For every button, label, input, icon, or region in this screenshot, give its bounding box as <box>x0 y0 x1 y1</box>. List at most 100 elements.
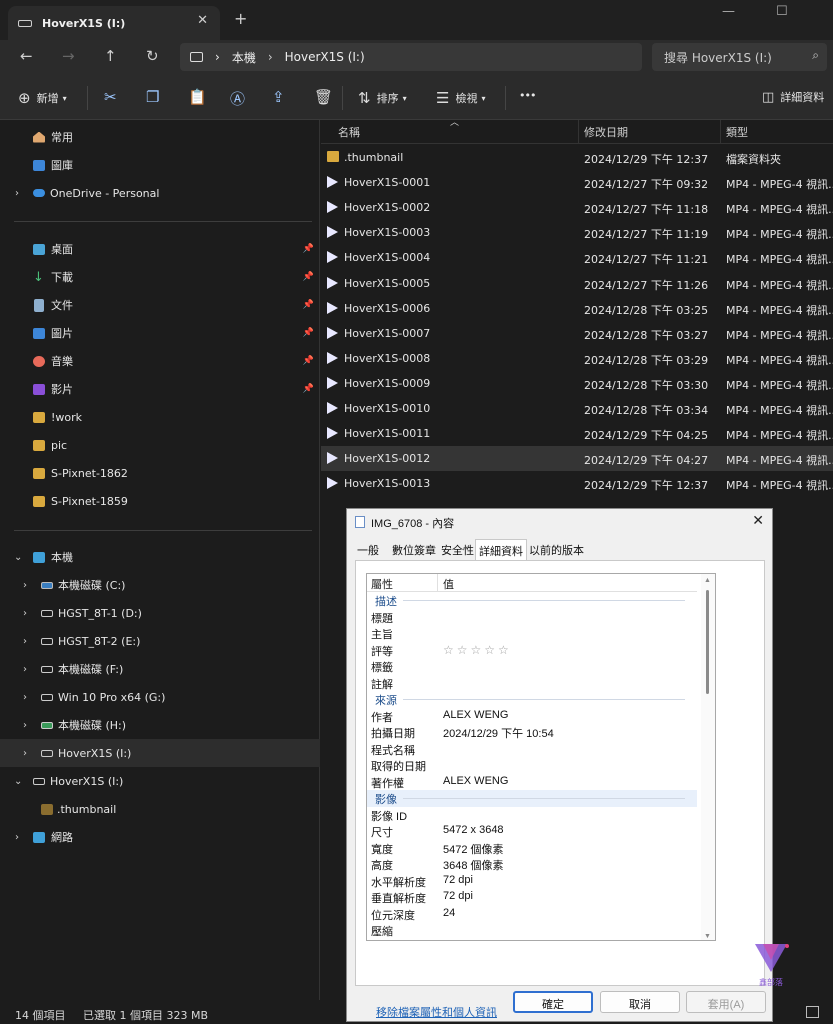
pin-icon[interactable]: 📌 <box>303 300 314 310</box>
sidebar-item-hoverx1s-root[interactable]: ⌄ HoverX1S (I:) <box>0 767 320 795</box>
property-row[interactable]: 程式名稱 <box>367 741 697 758</box>
file-row[interactable]: .thumbnail 2024/12/29 下午 12:37 檔案資料夾 <box>321 145 833 170</box>
property-group[interactable]: 影像 <box>367 790 697 807</box>
header-value[interactable]: 值 <box>443 576 454 592</box>
sidebar-item-thumbnail[interactable]: .thumbnail <box>0 795 320 823</box>
property-row[interactable]: 取得的日期 <box>367 757 697 774</box>
property-row[interactable]: 水平解析度 72 dpi <box>367 873 697 890</box>
property-row[interactable]: 標題 <box>367 609 697 626</box>
property-row[interactable]: 壓縮 <box>367 922 697 939</box>
sidebar-item-pictures[interactable]: 圖片 📌 <box>0 319 320 347</box>
chevron-down-icon[interactable]: ⌄ <box>14 776 22 787</box>
tab-security[interactable]: 安全性 <box>441 542 474 558</box>
file-row[interactable]: HoverX1S-0007 2024/12/28 下午 03:27 MP4 - MP… <box>321 321 833 346</box>
pin-icon[interactable]: 📌 <box>303 244 314 254</box>
tab-previous-versions[interactable]: 以前的版本 <box>529 542 584 558</box>
column-divider[interactable] <box>578 120 579 144</box>
sidebar-item-drive-f[interactable]: › 本機磁碟 (F:) <box>0 655 320 683</box>
more-button[interactable]: ••• <box>519 89 536 102</box>
property-list[interactable]: 屬性 值 描述 標題 主旨 評等 ☆☆☆☆☆ 標籤 註解 來源 作者 ALEX WENG 拍攝日期 2… <box>366 573 716 941</box>
scroll-up-icon[interactable]: ▲ <box>704 577 711 584</box>
file-row[interactable]: HoverX1S-0012 2024/12/29 下午 04:27 MP4 - MP… <box>321 446 833 472</box>
chevron-right-icon[interactable]: › <box>23 692 27 703</box>
rating-stars[interactable]: ☆☆☆☆☆ <box>443 643 512 657</box>
file-row[interactable]: HoverX1S-0009 2024/12/28 下午 03:30 MP4 - MP… <box>321 371 833 396</box>
file-row[interactable]: HoverX1S-0004 2024/12/27 下午 11:21 MP4 - MP… <box>321 245 833 270</box>
details-view-icon[interactable] <box>806 1006 819 1018</box>
tab-general[interactable]: 一般 <box>357 542 379 558</box>
property-row[interactable]: 註解 <box>367 675 697 692</box>
property-row[interactable]: 評等 ☆☆☆☆☆ <box>367 642 697 659</box>
pin-icon[interactable]: 📌 <box>303 328 314 338</box>
file-row[interactable]: HoverX1S-0011 2024/12/29 下午 04:25 MP4 - MP… <box>321 421 833 446</box>
view-button[interactable]: ☰ 檢視 ▾ <box>436 89 485 107</box>
details-pane-button[interactable]: ◫ 詳細資料 <box>762 89 824 105</box>
file-row[interactable]: HoverX1S-0008 2024/12/28 下午 03:29 MP4 - MP… <box>321 346 833 371</box>
remove-properties-link[interactable]: 移除檔案屬性和個人資訊 <box>376 1004 497 1020</box>
column-type[interactable]: 類型 <box>726 124 748 140</box>
close-icon[interactable]: ✕ <box>752 512 764 529</box>
file-row[interactable]: HoverX1S-0006 2024/12/28 下午 03:25 MP4 - MP… <box>321 296 833 321</box>
tab-details[interactable]: 詳細資料 <box>475 539 527 561</box>
delete-icon[interactable]: 🗑 <box>314 88 333 106</box>
sidebar-item-videos[interactable]: 影片 📌 <box>0 375 320 403</box>
chevron-down-icon[interactable]: ⌄ <box>14 552 22 563</box>
sidebar-item-onedrive[interactable]: › OneDrive - Personal <box>0 179 320 207</box>
forward-icon[interactable]: → <box>62 47 75 65</box>
property-row[interactable]: 著作權 ALEX WENG <box>367 774 697 791</box>
search-input[interactable]: 搜尋 HoverX1S (I:) ⌕ <box>652 43 827 71</box>
breadcrumb-drive[interactable]: HoverX1S (I:) <box>285 50 365 64</box>
sidebar-item-drive-d[interactable]: › HGST_8T-1 (D:) <box>0 599 320 627</box>
sidebar-item-pixnet-1859[interactable]: S-Pixnet-1859 <box>0 487 320 515</box>
rename-icon[interactable]: Ⓐ <box>230 88 245 109</box>
file-row[interactable]: HoverX1S-0010 2024/12/28 下午 03:34 MP4 - MP… <box>321 396 833 421</box>
sidebar-item-home[interactable]: 常用 <box>0 123 320 151</box>
sort-button[interactable]: ⇅ 排序 ▾ <box>358 89 407 107</box>
paste-icon[interactable]: 📋 <box>188 88 207 106</box>
scroll-thumb[interactable] <box>706 590 709 694</box>
pin-icon[interactable]: 📌 <box>303 384 314 394</box>
copy-icon[interactable]: ❐ <box>146 88 159 106</box>
maximize-icon[interactable]: ☐ <box>776 4 788 19</box>
chevron-right-icon[interactable]: › <box>15 188 19 199</box>
chevron-right-icon[interactable]: › <box>23 580 27 591</box>
chevron-right-icon[interactable]: › <box>23 608 27 619</box>
property-row[interactable]: 垂直解析度 72 dpi <box>367 889 697 906</box>
property-row[interactable]: 拍攝日期 2024/12/29 下午 10:54 <box>367 724 697 741</box>
property-row[interactable]: 作者 ALEX WENG <box>367 708 697 725</box>
sidebar-item-gallery[interactable]: 圖庫 <box>0 151 320 179</box>
sidebar-item-desktop[interactable]: 桌面 📌 <box>0 235 320 263</box>
property-scrollbar[interactable]: ▲ ▼ <box>701 574 715 940</box>
column-name[interactable]: 名稱 <box>338 124 360 140</box>
chevron-right-icon[interactable]: › <box>23 636 27 647</box>
tab-close-icon[interactable]: ✕ <box>197 13 208 28</box>
sidebar-item-drive-e[interactable]: › HGST_8T-2 (E:) <box>0 627 320 655</box>
new-tab-icon[interactable]: + <box>234 9 247 28</box>
property-row[interactable]: 主旨 <box>367 625 697 642</box>
property-row[interactable]: 標籤 <box>367 658 697 675</box>
back-icon[interactable]: ← <box>20 47 33 65</box>
sidebar-item-network[interactable]: › 網路 <box>0 823 320 851</box>
minimize-icon[interactable]: — <box>722 4 735 19</box>
file-row[interactable]: HoverX1S-0003 2024/12/27 下午 11:19 MP4 - MP… <box>321 220 833 245</box>
property-row[interactable]: 尺寸 5472 x 3648 <box>367 823 697 840</box>
address-bar[interactable]: › 本機 › HoverX1S (I:) <box>180 43 642 71</box>
sidebar-item-downloads[interactable]: ↓ 下載 📌 <box>0 263 320 291</box>
header-property[interactable]: 屬性 <box>371 576 393 592</box>
column-divider[interactable] <box>720 120 721 144</box>
file-row[interactable]: HoverX1S-0005 2024/12/27 下午 11:26 MP4 - MP… <box>321 271 833 296</box>
sidebar-item-drive-g[interactable]: › Win 10 Pro x64 (G:) <box>0 683 320 711</box>
file-row[interactable]: HoverX1S-0013 2024/12/29 下午 12:37 MP4 - MP… <box>321 471 833 496</box>
ok-button[interactable]: 確定 <box>513 991 593 1013</box>
chevron-right-icon[interactable]: › <box>23 748 27 759</box>
cancel-button[interactable]: 取消 <box>600 991 680 1013</box>
tab-hoverx1s[interactable]: HoverX1S (I:) ✕ <box>8 6 220 40</box>
sidebar-item-music[interactable]: 音樂 📌 <box>0 347 320 375</box>
sidebar-item-drive-c[interactable]: › 本機磁碟 (C:) <box>0 571 320 599</box>
tab-digital-signature[interactable]: 數位簽章 <box>392 542 436 558</box>
sidebar-item-pic[interactable]: pic <box>0 431 320 459</box>
sidebar-item-pixnet-1862[interactable]: S-Pixnet-1862 <box>0 459 320 487</box>
up-icon[interactable]: ↑ <box>104 47 117 65</box>
property-row[interactable]: 影像 ID <box>367 807 697 824</box>
cut-icon[interactable]: ✂ <box>104 88 117 106</box>
